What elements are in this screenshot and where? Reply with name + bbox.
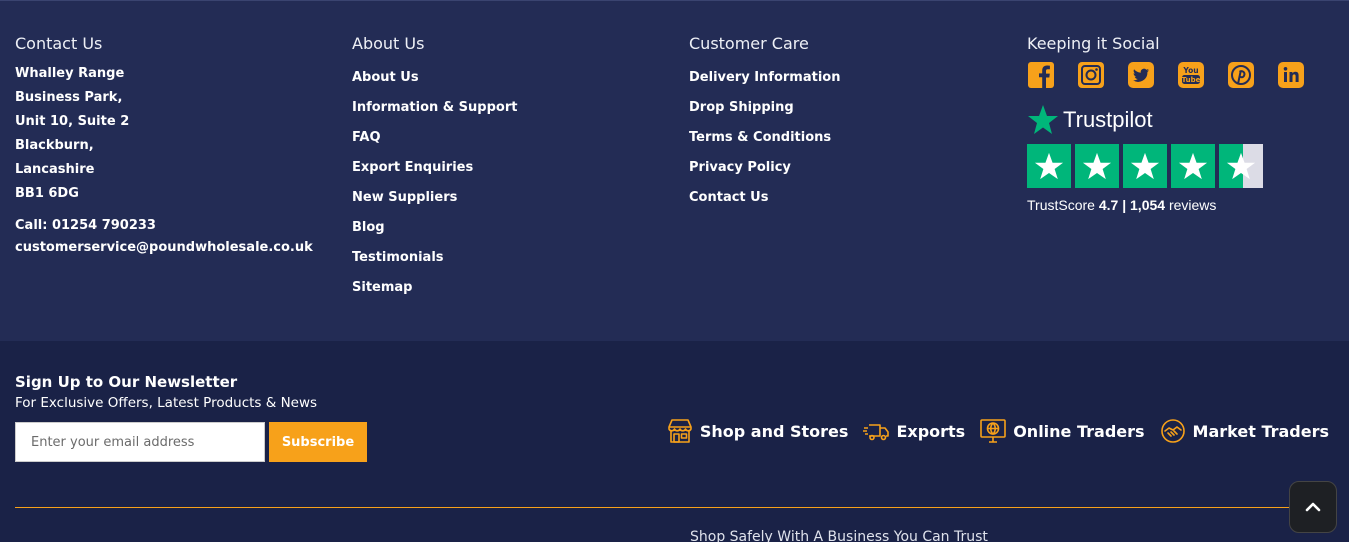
address-line: BB1 6DG [15, 186, 79, 201]
linkedin-icon[interactable] [1277, 61, 1305, 89]
reviews-label: reviews [1168, 197, 1217, 213]
trade-label: Online Traders [1013, 421, 1145, 441]
social-column: Keeping it Social You Tube Trustpilot Tr… [1027, 33, 1327, 213]
trade-label: Exports [896, 421, 966, 441]
trustscore-label: TrustScore [1027, 197, 1095, 213]
about-link-faq[interactable]: FAQ [352, 123, 517, 153]
email-address[interactable]: customerservice@poundwholesale.co.uk [15, 237, 313, 259]
about-link-blog[interactable]: Blog [352, 213, 517, 243]
star-icon [1075, 144, 1119, 188]
trade-online-traders[interactable]: Online Traders [979, 417, 1145, 445]
care-link-privacy-policy[interactable]: Privacy Policy [689, 153, 841, 183]
trust-statement: Shop Safely With A Business You Can Trus… [690, 529, 988, 542]
newsletter-title: Sign Up to Our Newsletter [15, 373, 238, 391]
about-link-testimonials[interactable]: Testimonials [352, 243, 517, 273]
trade-market-traders[interactable]: Market Traders [1159, 417, 1329, 445]
care-link-delivery-information[interactable]: Delivery Information [689, 63, 841, 93]
newsletter-subtitle: For Exclusive Offers, Latest Products & … [15, 395, 318, 411]
globe-monitor-icon [980, 419, 1007, 443]
trustscore-text: TrustScore 4.7 | 1,054 reviews [1027, 197, 1327, 213]
star-icon [1123, 144, 1167, 188]
back-to-top-button[interactable] [1289, 481, 1337, 533]
instagram-icon[interactable] [1077, 61, 1105, 89]
care-heading: Customer Care [689, 34, 809, 53]
address-line: Blackburn, [15, 138, 94, 153]
address-line: Lancashire [15, 162, 95, 177]
trade-label: Market Traders [1192, 421, 1329, 441]
social-icons: You Tube [1027, 61, 1327, 89]
care-link-terms-conditions[interactable]: Terms & Conditions [689, 123, 841, 153]
about-link-sitemap[interactable]: Sitemap [352, 273, 517, 303]
svg-text:You: You [1182, 66, 1198, 75]
about-link-new-suppliers[interactable]: New Suppliers [352, 183, 517, 213]
about-link-export-enquiries[interactable]: Export Enquiries [352, 153, 517, 183]
social-heading: Keeping it Social [1027, 34, 1160, 53]
care-link-contact-us[interactable]: Contact Us [689, 183, 841, 213]
care-column: Customer Care Delivery Information Drop … [689, 33, 841, 213]
trustpilot-widget[interactable]: Trustpilot TrustScore 4.7 | 1,054 review… [1027, 103, 1327, 213]
trade-label: Shop and Stores [699, 421, 849, 441]
trade-shop-and-stores[interactable]: Shop and Stores [666, 417, 849, 445]
star-icon [1027, 144, 1071, 188]
store-icon [668, 419, 692, 443]
address-line: Business Park, [15, 90, 123, 105]
about-heading: About Us [352, 34, 425, 53]
half-star-icon [1219, 144, 1263, 188]
about-column: About Us About Us Information & Support … [352, 33, 517, 303]
subscribe-button[interactable]: Subscribe [269, 422, 367, 462]
handshake-icon [1160, 419, 1185, 443]
address-line: Whalley Range [15, 66, 125, 81]
trustscore-separator: | [1122, 197, 1127, 213]
youtube-icon[interactable]: You Tube [1177, 61, 1205, 89]
trustpilot-logo: Trustpilot [1027, 103, 1327, 137]
pinterest-icon[interactable] [1227, 61, 1255, 89]
address-line: Unit 10, Suite 2 [15, 114, 130, 129]
footer-top: Contact Us Whalley Range Business Park, … [0, 0, 1349, 341]
trade-exports[interactable]: Exports [862, 417, 965, 445]
star-icon [1171, 144, 1215, 188]
review-count: 1,054 [1130, 197, 1166, 213]
call-block: Call: 01254 790233 customerservice@pound… [15, 215, 313, 259]
contact-column: Contact Us Whalley Range Business Park, … [15, 33, 313, 259]
about-links: About Us Information & Support FAQ Expor… [352, 63, 517, 303]
newsletter-email-input[interactable] [15, 422, 265, 462]
trade-types: Shop and Stores Exports Online Traders M… [652, 417, 1329, 445]
trustpilot-brand: Trustpilot [1063, 107, 1153, 132]
care-links: Delivery Information Drop Shipping Terms… [689, 63, 841, 213]
trustscore-value: 4.7 [1098, 197, 1119, 213]
trustpilot-star-icon [1028, 105, 1058, 134]
phone-number[interactable]: Call: 01254 790233 [15, 215, 313, 237]
footer-bottom: Sign Up to Our Newsletter For Exclusive … [0, 341, 1349, 542]
facebook-icon[interactable] [1027, 61, 1055, 89]
twitter-icon[interactable] [1127, 61, 1155, 89]
chevron-up-icon [1305, 502, 1321, 512]
svg-text:Tube: Tube [1182, 76, 1201, 84]
trustpilot-stars [1027, 144, 1327, 188]
about-link-about-us[interactable]: About Us [352, 63, 517, 93]
about-link-information-support[interactable]: Information & Support [352, 93, 517, 123]
truck-icon [863, 424, 890, 441]
footer-divider [15, 507, 1335, 508]
contact-heading: Contact Us [15, 34, 103, 53]
address-block: Whalley Range Business Park, Unit 10, Su… [15, 62, 313, 206]
care-link-drop-shipping[interactable]: Drop Shipping [689, 93, 841, 123]
